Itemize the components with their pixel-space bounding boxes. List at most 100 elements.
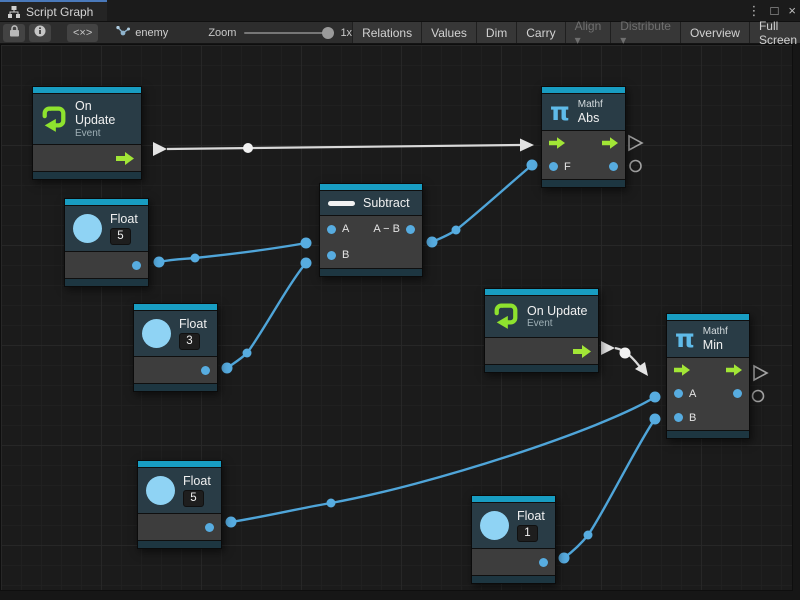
value-out-port-min[interactable] — [753, 391, 764, 402]
flow-output-arrow-icon[interactable] — [573, 345, 591, 358]
flow-input-arrow-icon[interactable] — [674, 364, 690, 376]
node-group: Mathf — [578, 99, 603, 111]
flow-output-arrow-icon[interactable] — [116, 152, 134, 165]
node-title: Float — [517, 509, 545, 523]
edit-code-button[interactable]: <×> — [67, 24, 98, 42]
flow-edge-onupdate1-abs[interactable] — [167, 145, 520, 149]
float-value-input[interactable]: 5 — [110, 228, 131, 245]
value-output-port[interactable] — [609, 162, 618, 171]
node-mathf-abs[interactable]: π Mathf Abs F — [541, 86, 626, 188]
node-header: Subtract — [320, 191, 422, 215]
node-footer — [65, 279, 148, 286]
graph-canvas[interactable]: On Update Event π Mathf Abs — [0, 44, 793, 591]
value-output-port[interactable] — [205, 523, 214, 532]
node-header: π Mathf Min — [667, 321, 749, 357]
edge-endpoint-dot — [301, 238, 312, 249]
node-float-1[interactable]: Float 1 — [471, 495, 556, 584]
lock-button[interactable] — [3, 24, 25, 42]
node-accent-strip — [134, 304, 217, 310]
value-output-port[interactable] — [539, 558, 548, 567]
node-float-5b[interactable]: Float 5 — [137, 460, 222, 549]
port-label: A − B — [373, 223, 400, 235]
node-footer — [134, 384, 217, 391]
flow-output-arrow-icon[interactable] — [726, 364, 742, 376]
flow-out-port-min[interactable] — [754, 366, 767, 380]
edge-endpoint-dot — [226, 517, 237, 528]
node-title: Float — [110, 212, 138, 226]
edge-bend-dot — [584, 531, 593, 540]
node-accent-strip — [320, 184, 422, 190]
zoom-slider[interactable] — [244, 32, 332, 34]
value-edge-float5a-subtract-a[interactable] — [159, 243, 306, 262]
zoom-control: Zoom 1x — [208, 27, 352, 39]
value-edge-float5b-min-a[interactable] — [231, 397, 655, 522]
value-edge-float1-min-b[interactable] — [564, 419, 655, 558]
tab-title: Script Graph — [26, 5, 93, 19]
value-input-port-b[interactable] — [674, 413, 683, 422]
value-edge-float3-subtract-b[interactable] — [227, 263, 306, 368]
lock-icon — [9, 25, 20, 40]
node-float-5a[interactable]: Float 5 — [64, 198, 149, 287]
node-accent-strip — [472, 496, 555, 502]
values-button[interactable]: Values — [421, 22, 476, 43]
loop-arrow-icon — [493, 301, 519, 332]
distribute-dropdown: Distribute ▾ — [610, 22, 680, 43]
flow-input-arrow-icon[interactable] — [549, 137, 565, 149]
value-input-port[interactable] — [549, 162, 558, 171]
value-edge-subtract-abs-f[interactable] — [432, 165, 532, 242]
flow-out-port-on-update-2[interactable] — [601, 341, 615, 355]
value-out-port-abs[interactable] — [630, 161, 641, 172]
relations-button[interactable]: Relations — [352, 22, 421, 43]
graph-reference[interactable]: enemy — [116, 26, 168, 40]
value-input-port-b[interactable] — [327, 251, 336, 260]
value-output-port[interactable] — [132, 261, 141, 270]
node-on-update-1[interactable]: On Update Event — [32, 86, 142, 180]
node-title: On Update — [527, 304, 587, 318]
edge-bend-dot — [452, 226, 461, 235]
value-output-port[interactable] — [733, 389, 742, 398]
flow-out-port-abs[interactable] — [629, 136, 642, 150]
node-footer — [138, 541, 221, 548]
value-output-port[interactable] — [201, 366, 210, 375]
edge-endpoint-dot — [527, 160, 538, 171]
port-label: A — [342, 223, 349, 235]
zoom-slider-handle[interactable] — [322, 27, 334, 39]
node-footer — [542, 180, 625, 187]
value-input-port-a[interactable] — [327, 225, 336, 234]
node-accent-strip — [33, 87, 141, 93]
node-title: Float — [183, 474, 211, 488]
node-float-3[interactable]: Float 3 — [133, 303, 218, 392]
edge-bend-dot — [191, 254, 200, 263]
node-header: π Mathf Abs — [542, 94, 625, 130]
overview-button[interactable]: Overview — [680, 22, 749, 43]
flow-output-arrow-icon[interactable] — [602, 137, 618, 149]
info-button[interactable] — [29, 24, 51, 42]
node-footer — [33, 172, 141, 179]
graph-link-icon — [116, 26, 130, 40]
float-value-input[interactable]: 1 — [517, 525, 538, 542]
tab-script-graph[interactable]: Script Graph — [0, 0, 107, 21]
flow-out-port-on-update-1[interactable] — [153, 142, 167, 156]
node-on-update-2[interactable]: On Update Event — [484, 288, 599, 373]
node-header: Float 1 — [472, 503, 555, 548]
script-graph-window: Script Graph ⋮ □ × — [0, 0, 800, 600]
flow-edge-onupdate2-min[interactable] — [615, 348, 643, 371]
value-input-port-a[interactable] — [674, 389, 683, 398]
node-subtract[interactable]: Subtract A A − B B — [319, 183, 423, 277]
port-label: B — [689, 412, 696, 424]
float-circle-icon — [146, 476, 175, 505]
node-subtitle: Event — [527, 318, 587, 330]
full-screen-button[interactable]: Full Screen — [749, 22, 800, 43]
value-output-port[interactable] — [406, 225, 415, 234]
node-accent-strip — [542, 87, 625, 93]
graph-name-label: enemy — [135, 27, 168, 39]
carry-button[interactable]: Carry — [516, 22, 564, 43]
flow-edge-arrowhead — [520, 139, 534, 152]
node-mathf-min[interactable]: π Mathf Min A — [666, 313, 750, 439]
float-value-input[interactable]: 3 — [179, 333, 200, 350]
code-icon: <×> — [73, 27, 92, 39]
float-value-input[interactable]: 5 — [183, 490, 204, 507]
dim-button[interactable]: Dim — [476, 22, 516, 43]
zoom-label: Zoom — [208, 27, 236, 39]
port-label: A — [689, 388, 696, 400]
